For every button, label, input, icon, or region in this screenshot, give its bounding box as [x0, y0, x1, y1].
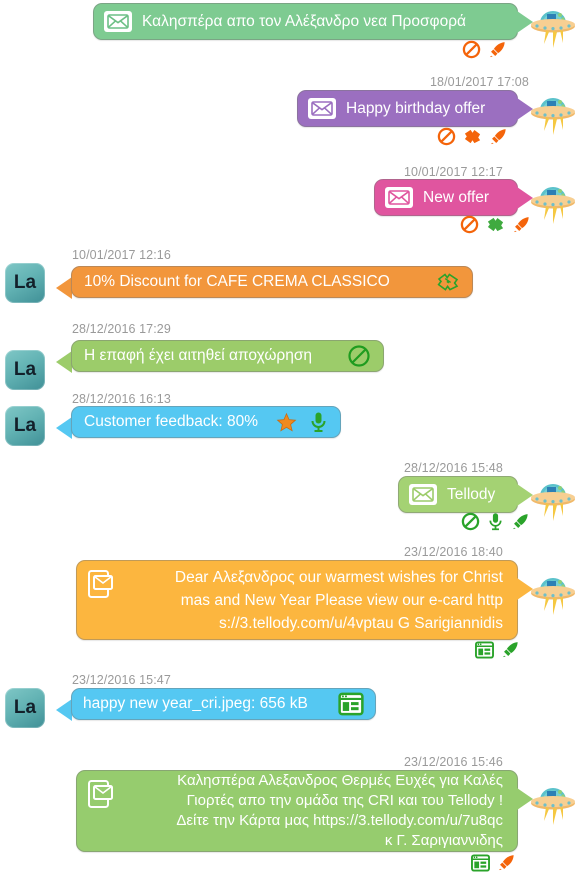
avatar-label: La: [13, 415, 37, 436]
ufo-avatar[interactable]: [527, 567, 579, 619]
ufo-avatar[interactable]: [527, 87, 579, 139]
message-text: Tellody: [447, 485, 496, 503]
message-bubble-6[interactable]: Customer feedback: 80%: [71, 406, 341, 438]
message-bubble-4[interactable]: 10% Discount for CAFE CREMA CLASSICO: [71, 266, 473, 298]
message-timestamp: 28/12/2016 16:13: [72, 392, 171, 406]
la-avatar[interactable]: La: [5, 350, 45, 390]
message-bubble-5[interactable]: Η επαφή έχει αιτηθεί αποχώρηση: [71, 340, 384, 372]
message-bubble-7[interactable]: Tellody: [398, 476, 518, 513]
ticket-icon[interactable]: [486, 215, 505, 234]
message-bubble-3[interactable]: New offer: [374, 179, 518, 216]
rocket-icon[interactable]: [488, 40, 507, 59]
envelope-icon: [385, 187, 413, 208]
message-text: Dear Αλεξανδρος our warmest wishes for C…: [174, 568, 503, 632]
message-text: Καλησπέρα Αλεξανδρος Θερμές Ευχές για Κα…: [176, 772, 503, 849]
envelope-icon: [409, 484, 437, 505]
message-timestamp: 18/01/2017 17:08: [430, 75, 529, 89]
envelope-icon: [308, 98, 336, 119]
rocket-icon[interactable]: [512, 215, 531, 234]
block-icon[interactable]: [437, 127, 456, 146]
microphone-icon[interactable]: [487, 512, 504, 531]
rocket-icon[interactable]: [489, 127, 508, 146]
mobile-mail-icon: [87, 569, 113, 601]
block-outline-icon: [347, 344, 371, 368]
ticket-outline-icon: [436, 271, 460, 293]
block-icon[interactable]: [462, 40, 481, 59]
block-icon[interactable]: [460, 215, 479, 234]
browser-window-icon: [338, 692, 364, 716]
message-text: Customer feedback: 80%: [84, 413, 259, 430]
message-actions-2: [437, 127, 508, 146]
avatar-label: La: [13, 359, 37, 380]
la-avatar[interactable]: La: [5, 406, 45, 446]
message-timestamp: 10/01/2017 12:16: [72, 248, 171, 262]
ufo-avatar[interactable]: [527, 777, 579, 829]
message-bubble-10[interactable]: Καλησπέρα Αλεξανδρος Θερμές Ευχές για Κα…: [76, 770, 518, 852]
block-icon[interactable]: [461, 512, 480, 531]
browser-window-icon[interactable]: [471, 853, 490, 872]
message-text: happy new year_cri.jpeg: 656 kB: [83, 695, 308, 712]
message-bubble-1[interactable]: Καλησπέρα απο τον Αλέξανδρο νεα Προσφορά: [93, 3, 518, 40]
message-timestamp: 23/12/2016 15:47: [72, 673, 171, 687]
avatar-label: La: [13, 272, 37, 293]
message-actions-3: [460, 215, 531, 234]
ticket-icon[interactable]: [463, 127, 482, 146]
rocket-icon[interactable]: [511, 512, 530, 531]
ufo-avatar[interactable]: [527, 176, 579, 228]
message-text: 10% Discount for CAFE CREMA CLASSICO: [84, 273, 390, 290]
star-icon: [276, 412, 297, 433]
bubble-tail: [56, 699, 72, 721]
message-text: Καλησπέρα απο τον Αλέξανδρο νεα Προσφορά: [142, 12, 467, 30]
message-bubble-2[interactable]: Happy birthday offer: [297, 90, 518, 127]
message-timestamp: 28/12/2016 17:29: [72, 322, 171, 336]
message-timestamp: 23/12/2016 15:46: [404, 755, 503, 769]
message-bubble-9[interactable]: happy new year_cri.jpeg: 656 kB: [71, 688, 376, 720]
message-actions-10: [471, 853, 516, 872]
message-text: Happy birthday offer: [346, 99, 486, 117]
bubble-tail: [56, 351, 72, 373]
la-avatar[interactable]: La: [5, 263, 45, 303]
message-timestamp: 23/12/2016 18:40: [404, 545, 503, 559]
ufo-avatar[interactable]: [527, 473, 579, 525]
chat-message-list: Καλησπέρα απο τον Αλέξανδρο νεα Προσφορά: [0, 0, 579, 878]
message-text: Η επαφή έχει αιτηθεί αποχώρηση: [84, 347, 313, 364]
message-actions-7: [461, 512, 530, 531]
message-actions-1: [462, 40, 507, 59]
mobile-mail-icon: [87, 779, 113, 811]
rocket-icon[interactable]: [497, 853, 516, 872]
message-actions-8: [475, 640, 520, 659]
message-text: New offer: [423, 188, 490, 206]
bubble-tail: [56, 277, 72, 299]
rocket-icon[interactable]: [501, 640, 520, 659]
microphone-icon: [309, 411, 328, 433]
message-bubble-8[interactable]: Dear Αλεξανδρος our warmest wishes for C…: [76, 560, 518, 640]
message-timestamp: 10/01/2017 12:17: [404, 165, 503, 179]
bubble-tail: [56, 417, 72, 439]
browser-window-icon[interactable]: [475, 640, 494, 659]
envelope-icon: [104, 11, 132, 32]
ufo-avatar[interactable]: [527, 0, 579, 52]
avatar-label: La: [13, 697, 37, 718]
la-avatar[interactable]: La: [5, 688, 45, 728]
message-timestamp: 28/12/2016 15:48: [404, 461, 503, 475]
